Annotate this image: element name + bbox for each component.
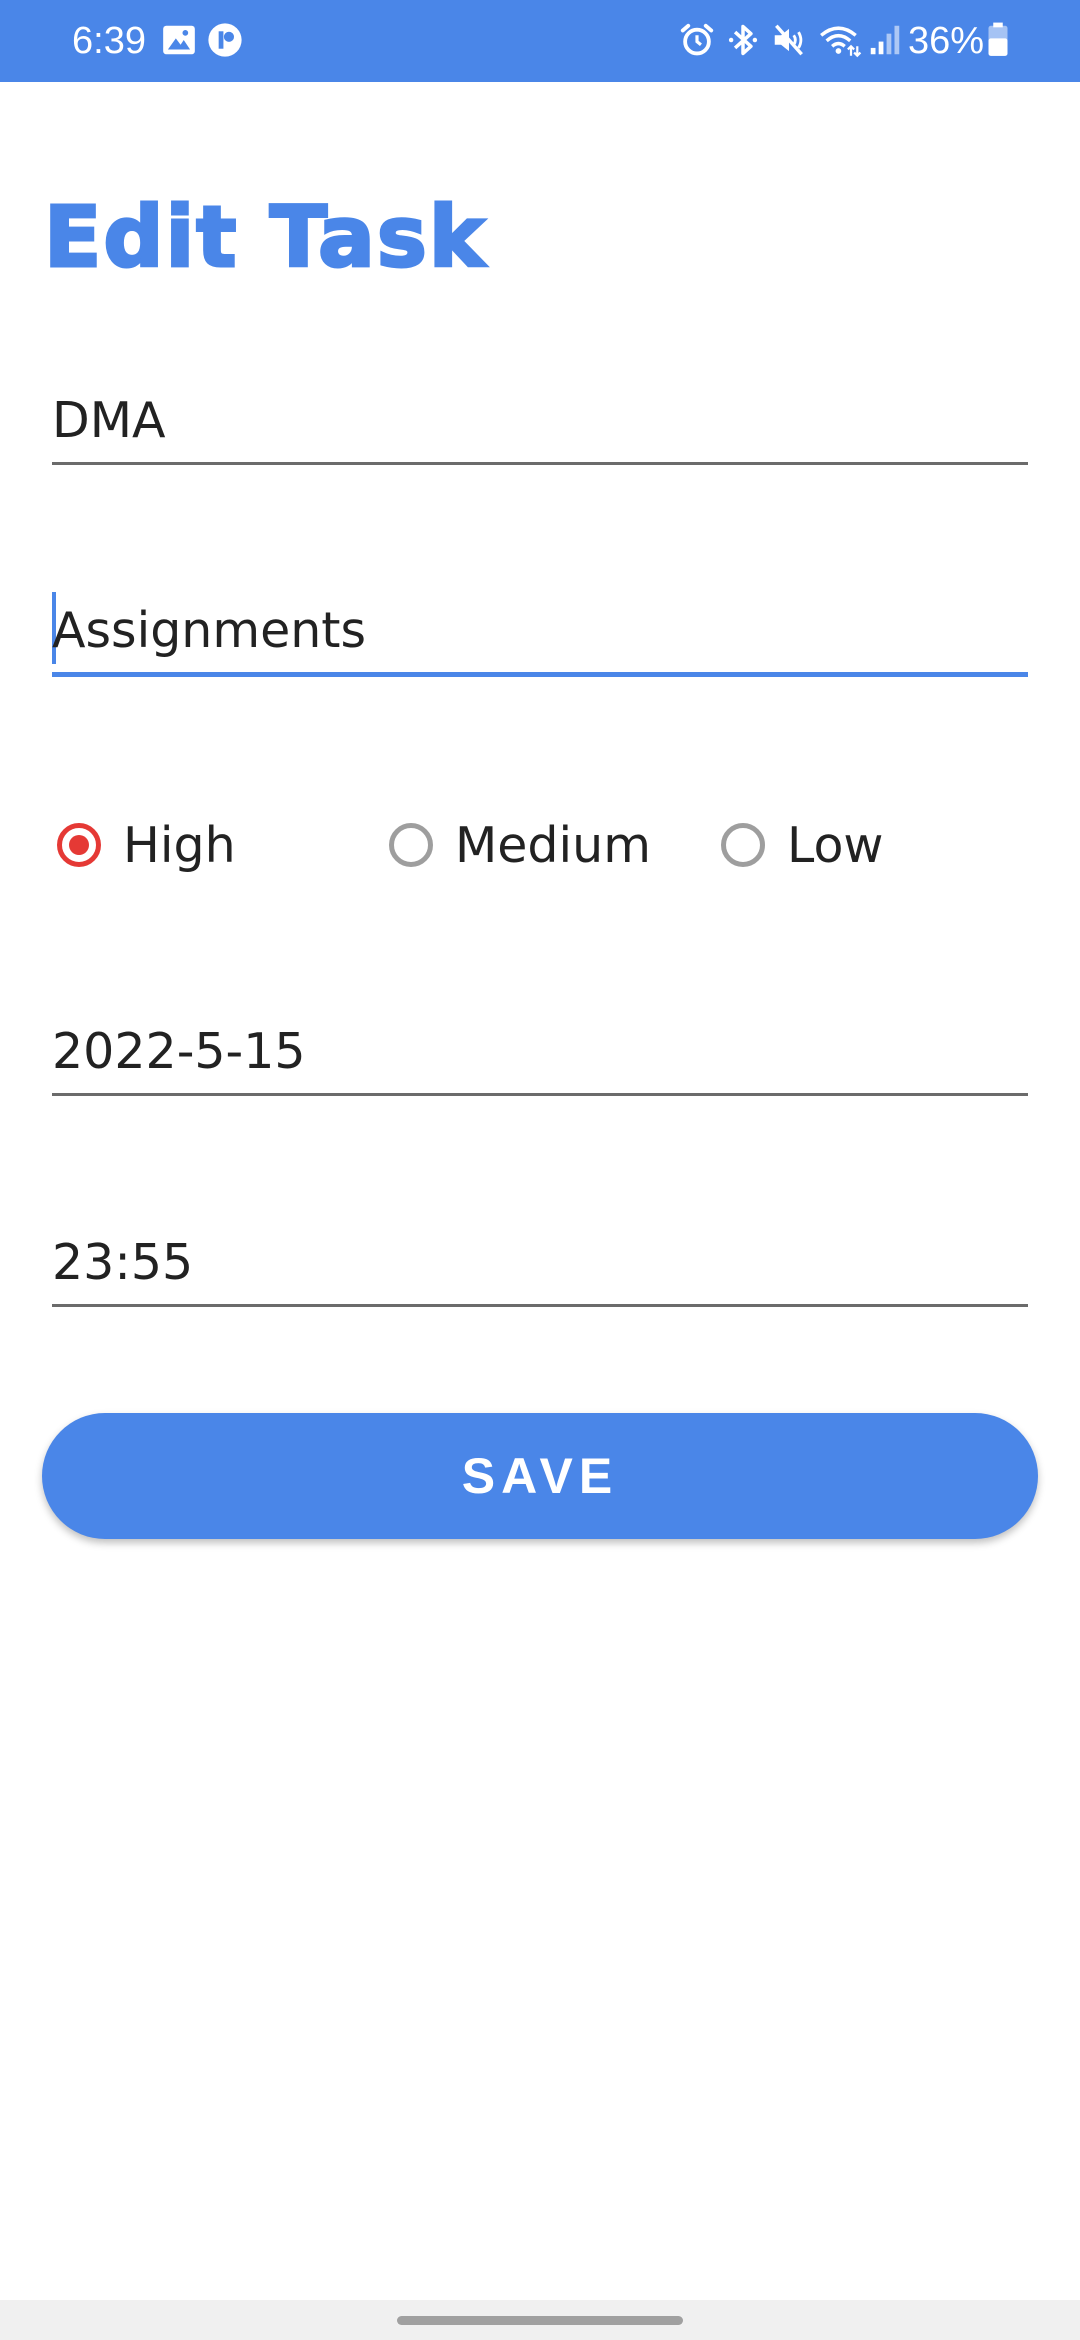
home-indicator[interactable]: [397, 2316, 683, 2325]
signal-icon: [870, 25, 900, 55]
vibrate-mute-icon: [774, 24, 803, 56]
status-bar: 6:39 36%: [0, 0, 1080, 82]
page-title: Edit Task: [43, 187, 487, 288]
priority-label-high: High: [123, 816, 236, 874]
battery-icon: [988, 22, 1008, 56]
date-value: 2022-5-15: [52, 1023, 306, 1080]
save-button[interactable]: SAVE: [42, 1413, 1038, 1539]
wifi-icon: [820, 26, 862, 58]
task-name-value: DMA: [52, 392, 166, 449]
radio-unchecked-icon[interactable]: [389, 823, 433, 867]
priority-label-medium: Medium: [455, 816, 651, 874]
priority-label-low: Low: [787, 816, 884, 874]
gallery-icon: [163, 25, 195, 55]
navigation-bar: [0, 2300, 1080, 2340]
radio-unchecked-icon[interactable]: [721, 823, 765, 867]
save-button-label: SAVE: [461, 1448, 619, 1504]
time-value: 23:55: [52, 1234, 194, 1291]
task-name-field[interactable]: DMA: [52, 385, 1028, 465]
app-notification-icon: [208, 23, 242, 57]
status-time: 6:39: [72, 20, 146, 62]
priority-option-medium[interactable]: Medium: [384, 800, 651, 890]
task-description-field[interactable]: Assignments: [52, 592, 1028, 677]
radio-checked-icon[interactable]: [57, 823, 101, 867]
priority-radio-group: High Medium Low: [52, 800, 1028, 890]
alarm-icon: [680, 23, 714, 56]
task-description-value: Assignments: [52, 602, 367, 659]
priority-option-high[interactable]: High: [52, 800, 236, 890]
battery-percentage: 36%: [908, 20, 985, 62]
priority-option-low[interactable]: Low: [716, 800, 884, 890]
date-field[interactable]: 2022-5-15: [52, 1016, 1028, 1096]
time-field[interactable]: 23:55: [52, 1227, 1028, 1307]
bluetooth-icon: [728, 24, 758, 56]
